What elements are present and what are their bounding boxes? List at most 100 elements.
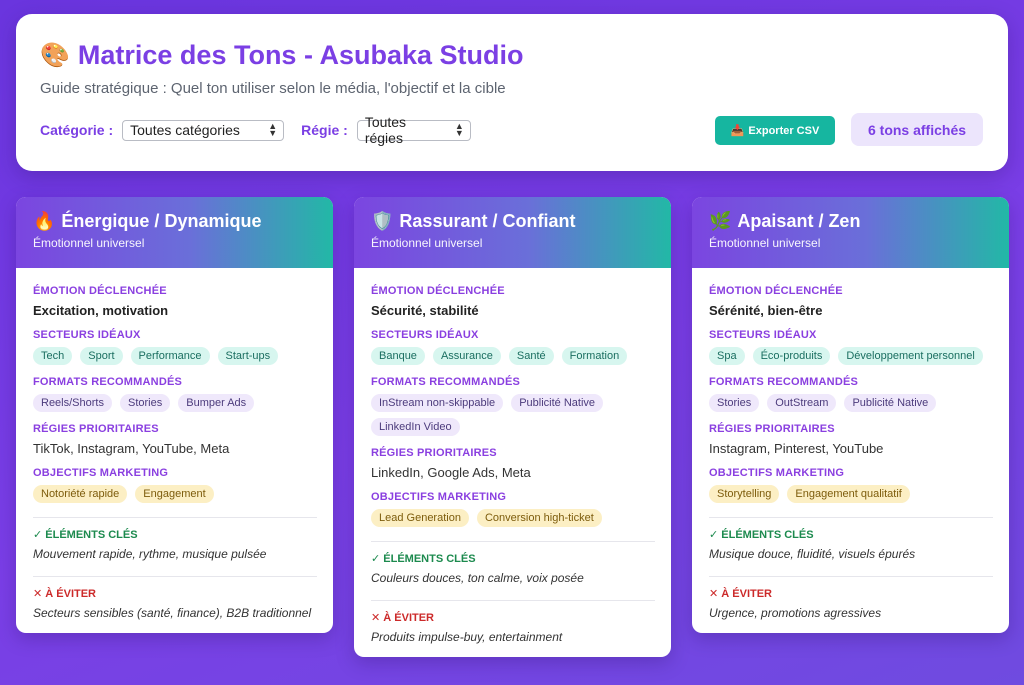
emotion-label: ÉMOTION DÉCLENCHÉE [33,285,167,297]
secteurs-tag: Start-ups [217,347,279,365]
tone-card-title-text: Rassurant / Confiant [399,211,576,231]
tone-card-title: 🛡️ Rassurant / Confiant [371,211,655,232]
objectifs-tag: Engagement [135,485,214,503]
tone-card-header: 🔥 Énergique / Dynamique Émotionnel unive… [16,197,333,268]
export-csv-label: Exporter CSV [748,124,820,137]
select-arrows-icon: ▲ ▼ [268,121,278,138]
elements-cles-value: Mouvement rapide, rythme, musique pulsée [33,547,267,561]
secteurs-tag: Performance [130,347,210,365]
emotion-label: ÉMOTION DÉCLENCHÉE [371,285,505,297]
formats-label: FORMATS RECOMMANDÉS [709,376,859,388]
select-arrows-icon: ▲ ▼ [454,121,464,138]
regies-label: RÉGIES PRIORITAIRES [371,447,497,459]
tone-card: 🌿 Apaisant / Zen Émotionnel universel ÉM… [692,197,1009,633]
regies-value: LinkedIn, Google Ads, Meta [371,465,531,480]
formats-tag: InStream non-skippable [371,394,504,412]
fire-icon: 🔥 [33,211,56,231]
divider [33,576,317,577]
formats-tag: OutStream [767,394,837,412]
export-csv-button[interactable]: 📥 Exporter CSV [715,116,835,145]
category-select-value: Toutes catégories [130,122,240,138]
emotion-value: Sérénité, bien-être [709,303,823,318]
tone-card-body: ÉMOTION DÉCLENCHÉE Sérénité, bien-être S… [692,268,1009,633]
formats-tag: Reels/Shorts [33,394,112,412]
formats-tags: InStream non-skippable Publicité Native Li… [371,394,655,436]
palette-icon: 🎨 [40,42,70,69]
divider [371,541,655,542]
objectifs-label: OBJECTIFS MARKETING [709,467,845,479]
divider [33,517,317,518]
secteurs-label: SECTEURS IDÉAUX [709,329,817,341]
secteurs-tag: Tech [33,347,73,365]
regies-value: TikTok, Instagram, YouTube, Meta [33,441,230,456]
formats-tag: Stories [119,394,171,412]
objectifs-tags: Storytelling Engagement qualitatif [709,485,993,503]
tone-card-body: ÉMOTION DÉCLENCHÉE Excitation, motivatio… [16,268,333,633]
a-eviter-label: ✕ À ÉVITER [371,612,435,624]
secteurs-tag: Sport [80,347,123,365]
secteurs-tag: Formation [561,347,628,365]
divider [371,600,655,601]
page-title: 🎨 Matrice des Tons - Asubaka Studio [40,40,523,71]
shield-icon: 🛡️ [371,211,394,231]
regies-value: Instagram, Pinterest, YouTube [709,441,884,456]
page-subtitle: Guide stratégique : Quel ton utiliser se… [40,80,506,97]
a-eviter-value: Secteurs sensibles (santé, finance), B2B… [33,606,312,620]
tone-card-header: 🌿 Apaisant / Zen Émotionnel universel [692,197,1009,268]
tone-card-body: ÉMOTION DÉCLENCHÉE Sécurité, stabilité S… [354,268,671,657]
regie-filter-label: Régie : [301,122,348,138]
tone-card: 🛡️ Rassurant / Confiant Émotionnel unive… [354,197,671,657]
objectifs-tag: Conversion high-ticket [476,509,602,527]
secteurs-tag: Santé [508,347,554,365]
a-eviter-label: ✕ À ÉVITER [33,588,97,600]
regies-label: RÉGIES PRIORITAIRES [709,423,835,435]
formats-tag: Publicité Native [844,394,937,412]
secteurs-tag: Éco-produits [752,347,831,365]
emotion-label: ÉMOTION DÉCLENCHÉE [709,285,843,297]
secteurs-tags: Banque Assurance Santé Formation [371,347,655,365]
secteurs-tag: Assurance [432,347,501,365]
a-eviter-value: Urgence, promotions agressives [709,606,882,620]
elements-cles-value: Couleurs douces, ton calme, voix posée [371,571,584,585]
formats-tag: Publicité Native [511,394,604,412]
regie-select[interactable]: Toutes régies ▲ ▼ [356,114,471,146]
header-panel: 🎨 Matrice des Tons - Asubaka Studio Guid… [16,14,1008,171]
divider [709,517,993,518]
objectifs-tag: Storytelling [709,485,780,503]
objectifs-label: OBJECTIFS MARKETING [371,491,507,503]
secteurs-tags: Tech Sport Performance Start-ups [33,347,317,365]
formats-tag: LinkedIn Video [371,418,460,436]
secteurs-label: SECTEURS IDÉAUX [371,329,479,341]
inbox-tray-icon: 📥 [730,125,745,137]
objectifs-tag: Lead Generation [371,509,469,527]
page-title-text: Matrice des Tons - Asubaka Studio [77,40,524,70]
elements-cles-label: ✓ ÉLÉMENTS CLÉS [709,529,814,541]
objectifs-tag: Notoriété rapide [33,485,128,503]
tone-card-subtitle: Émotionnel universel [371,236,483,250]
formats-tags: Stories OutStream Publicité Native [709,394,993,412]
category-select[interactable]: Toutes catégories ▲ ▼ [122,119,285,141]
tone-card-header: 🛡️ Rassurant / Confiant Émotionnel unive… [354,197,671,268]
tone-card-subtitle: Émotionnel universel [709,236,821,250]
divider [709,576,993,577]
secteurs-tag: Spa [709,347,745,365]
elements-cles-label: ✓ ÉLÉMENTS CLÉS [33,529,138,541]
secteurs-tag: Banque [371,347,425,365]
regie-select-value: Toutes régies [364,114,407,146]
tone-count-badge: 6 tons affichés [851,113,983,146]
formats-label: FORMATS RECOMMANDÉS [371,376,521,388]
formats-label: FORMATS RECOMMANDÉS [33,376,183,388]
category-filter-label: Catégorie : [40,122,114,138]
tone-card-title-text: Énergique / Dynamique [61,211,262,231]
secteurs-label: SECTEURS IDÉAUX [33,329,141,341]
formats-tag: Stories [709,394,760,412]
objectifs-tag: Engagement qualitatif [787,485,910,503]
filters-bar: Catégorie : Toutes catégories ▲ ▼ Régie :… [40,114,471,146]
a-eviter-label: ✕ À ÉVITER [709,588,773,600]
formats-tag: Bumper Ads [178,394,255,412]
tone-card-title: 🌿 Apaisant / Zen [709,211,993,232]
formats-tags: Reels/Shorts Stories Bumper Ads [33,394,317,412]
tone-card-title: 🔥 Énergique / Dynamique [33,211,317,232]
tone-card-subtitle: Émotionnel universel [33,236,145,250]
objectifs-label: OBJECTIFS MARKETING [33,467,169,479]
